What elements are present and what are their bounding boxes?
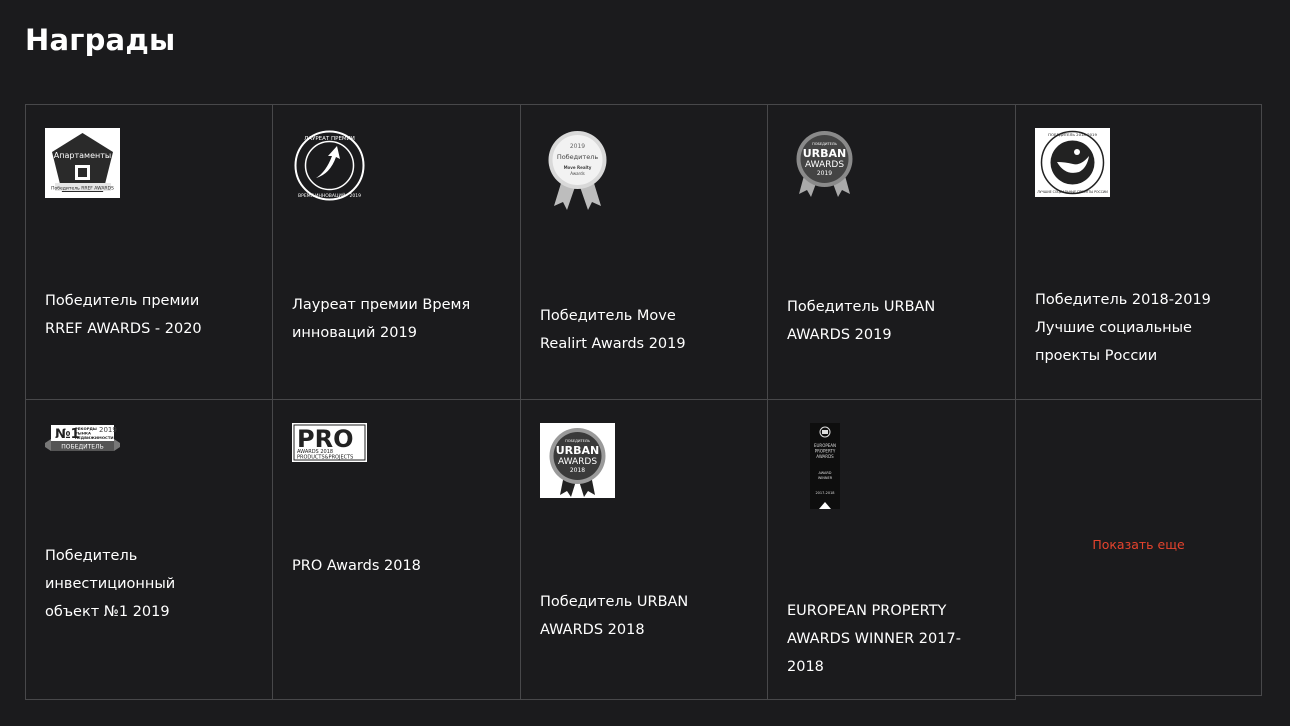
- award-caption: Лауреат премии Время инноваций 2019: [292, 297, 471, 341]
- svg-text:ПОБЕДИТЕЛЬ 2018-2019: ПОБЕДИТЕЛЬ 2018-2019: [1048, 132, 1097, 137]
- svg-text:PROPERTY: PROPERTY: [815, 449, 836, 454]
- svg-text:Победитель: Победитель: [557, 153, 599, 161]
- svg-text:Move Realty: Move Realty: [564, 165, 592, 170]
- award-caption: Победитель инвестиционный объект №1 2019: [45, 548, 176, 620]
- svg-text:AWARDS: AWARDS: [558, 457, 597, 467]
- svg-text:Победитель RREF AWARDS: Победитель RREF AWARDS: [51, 186, 114, 192]
- svg-text:URBAN: URBAN: [803, 147, 847, 160]
- svg-text:AWARD: AWARD: [819, 471, 832, 475]
- svg-text:Апартаменты: Апартаменты: [54, 151, 111, 160]
- award-caption: Победитель Move Realirt Awards 2019: [540, 308, 686, 352]
- award-caption: Победитель 2018-2019 Лучшие социальные п…: [1035, 292, 1211, 364]
- svg-text:WINNER: WINNER: [818, 476, 833, 480]
- svg-text:2018: 2018: [570, 467, 585, 474]
- svg-text:URBAN: URBAN: [556, 444, 600, 457]
- award-caption: EUROPEAN PROPERTY AWARDS WINNER 2017- 20…: [787, 603, 961, 675]
- svg-text:ВРЕМЯ ИННОВАЦИЙ · 2019: ВРЕМЯ ИННОВАЦИЙ · 2019: [298, 192, 361, 199]
- show-more-cell[interactable]: Показать еще: [1015, 399, 1262, 696]
- award-card[interactable]: EUROPEAN PROPERTY AWARDS AWARD WINNER 20…: [767, 399, 1016, 700]
- svg-text:2017-2018: 2017-2018: [815, 491, 834, 495]
- award-card[interactable]: ПОБЕДИТЕЛЬ URBAN AWARDS 2018 Победитель …: [520, 399, 768, 700]
- page-title: Награды: [25, 23, 176, 57]
- show-more-button[interactable]: Показать еще: [1016, 537, 1261, 552]
- award-card[interactable]: Апартаменты Победитель RREF AWARDS Побед…: [25, 104, 273, 400]
- urban-awards-2019-medal-icon: ПОБЕДИТЕЛЬ URBAN AWARDS 2019: [796, 131, 853, 197]
- award-card[interactable]: ЛАУРЕАТ ПРЕМИИ ВРЕМЯ ИННОВАЦИЙ · 2019 Ла…: [272, 104, 521, 400]
- pro-awards-logo-icon: PRO AWARDS 2018 PRODUCTS&PROJECTS: [292, 423, 367, 462]
- svg-text:2019: 2019: [817, 170, 832, 177]
- innovation-time-seal-icon: ЛАУРЕАТ ПРЕМИИ ВРЕМЯ ИННОВАЦИЙ · 2019: [294, 130, 365, 201]
- svg-text:ЛАУРЕАТ ПРЕМИИ: ЛАУРЕАТ ПРЕМИИ: [304, 136, 355, 142]
- award-card[interactable]: №1 РЕКОРДЫ РЫНКА НЕДВИЖИМОСТИ 2019 ПОБЕД…: [25, 399, 273, 700]
- svg-text:НЕДВИЖИМОСТИ: НЕДВИЖИМОСТИ: [75, 435, 114, 440]
- award-caption: PRO Awards 2018: [292, 558, 421, 574]
- award-card[interactable]: ПОБЕДИТЕЛЬ URBAN AWARDS 2019 Победитель …: [767, 104, 1016, 400]
- award-card[interactable]: 2019 Победитель Move Realty Awards Побед…: [520, 104, 768, 400]
- award-caption: Победитель URBAN AWARDS 2018: [540, 594, 689, 638]
- urban-awards-2018-medal-icon: ПОБЕДИТЕЛЬ URBAN AWARDS 2018: [540, 423, 615, 498]
- realty-market-no1-badge-icon: №1 РЕКОРДЫ РЫНКА НЕДВИЖИМОСТИ 2019 ПОБЕД…: [45, 425, 120, 451]
- svg-text:ПОБЕДИТЕЛЬ: ПОБЕДИТЕЛЬ: [61, 444, 103, 451]
- european-property-awards-banner-icon: EUROPEAN PROPERTY AWARDS AWARD WINNER 20…: [810, 423, 840, 509]
- svg-text:2019: 2019: [570, 143, 585, 150]
- svg-text:ПОБЕДИТЕЛЬ: ПОБЕДИТЕЛЬ: [565, 439, 590, 443]
- svg-text:PRODUCTS&PROJECTS: PRODUCTS&PROJECTS: [297, 455, 353, 461]
- award-card[interactable]: ПОБЕДИТЕЛЬ 2018-2019 ЛУЧШИЕ СОЦИАЛЬНЫЕ П…: [1015, 104, 1262, 400]
- rref-award-logo-icon: Апартаменты Победитель RREF AWARDS: [45, 128, 120, 198]
- svg-text:2019: 2019: [99, 426, 117, 434]
- svg-text:EUROPEAN: EUROPEAN: [814, 443, 836, 448]
- move-realty-medal-icon: 2019 Победитель Move Realty Awards: [548, 131, 607, 210]
- award-caption: Победитель URBAN AWARDS 2019: [787, 299, 936, 343]
- svg-text:Awards: Awards: [570, 171, 585, 176]
- svg-text:ЛУЧШИЕ СОЦИАЛЬНЫЕ ПРОЕКТЫ РОСС: ЛУЧШИЕ СОЦИАЛЬНЫЕ ПРОЕКТЫ РОССИИ: [1037, 190, 1108, 194]
- svg-text:AWARDS: AWARDS: [805, 160, 844, 170]
- svg-text:AWARDS: AWARDS: [816, 454, 834, 459]
- award-caption: Победитель премии RREF AWARDS - 2020: [45, 293, 202, 337]
- award-card[interactable]: PRO AWARDS 2018 PRODUCTS&PROJECTS PRO Aw…: [272, 399, 521, 700]
- svg-text:ПОБЕДИТЕЛЬ: ПОБЕДИТЕЛЬ: [812, 142, 837, 146]
- social-projects-seal-icon: ПОБЕДИТЕЛЬ 2018-2019 ЛУЧШИЕ СОЦИАЛЬНЫЕ П…: [1035, 128, 1110, 197]
